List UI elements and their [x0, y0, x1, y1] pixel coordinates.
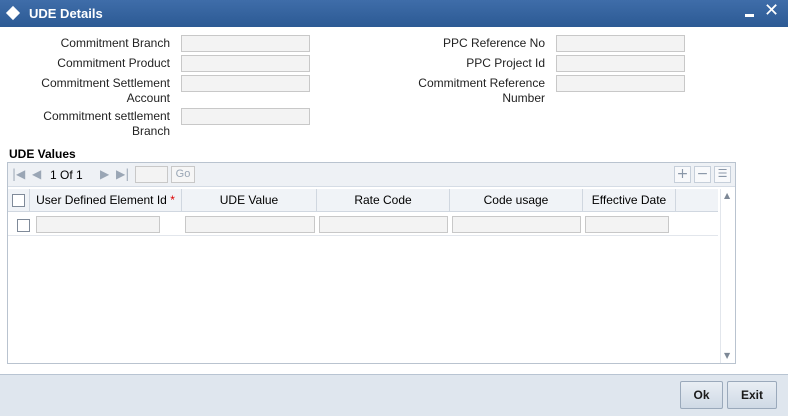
scroll-down-icon[interactable]: ▼ [724, 351, 730, 360]
row-select-checkbox[interactable] [17, 219, 30, 232]
footer-bar: Ok Exit [0, 374, 788, 416]
commitment-branch-label: Commitment Branch [60, 36, 170, 50]
commitment-reference-number-input[interactable] [556, 75, 685, 92]
grid-header: User Defined Element Id * UDE Value Rate… [8, 189, 718, 212]
commitment-product-label: Commitment Product [57, 56, 170, 70]
commitment-settlement-branch-label-line2: Branch [131, 124, 170, 138]
rate-code-input[interactable] [319, 216, 448, 233]
grid-toolbar: |◀ ◀ 1 Of 1 ▶ ▶| Go + − ☰ [8, 163, 735, 187]
ppc-reference-no-input[interactable] [556, 35, 685, 52]
total-pages: 1 [76, 168, 83, 182]
ppc-project-id-label: PPC Project Id [466, 56, 545, 70]
table-row [8, 213, 718, 236]
next-page-icon[interactable]: ▶ [100, 167, 109, 181]
column-header-user-defined-element-id[interactable]: User Defined Element Id * [30, 189, 182, 212]
effective-date-input[interactable] [585, 216, 669, 233]
minimize-icon[interactable] [745, 14, 754, 17]
commitment-settlement-account-label: Commitment Settlement Account [20, 76, 170, 106]
close-icon[interactable]: ✕ [764, 2, 779, 20]
commitment-product-input[interactable] [181, 55, 310, 72]
user-defined-element-id-input[interactable] [36, 216, 160, 233]
commitment-settlement-account-label-line2: Account [126, 91, 170, 105]
commitment-branch-input[interactable] [181, 35, 310, 52]
delete-row-icon[interactable]: − [694, 166, 711, 183]
column-label-user-defined-element-id: User Defined Element Id [36, 193, 167, 207]
ude-value-input[interactable] [185, 216, 315, 233]
commitment-reference-number-label-line1: Commitment Reference [418, 76, 545, 90]
ude-values-grid: |◀ ◀ 1 Of 1 ▶ ▶| Go + − ☰ User Defined E… [7, 162, 736, 364]
scroll-up-icon[interactable]: ▲ [724, 191, 730, 200]
of-label: Of [60, 168, 73, 182]
last-page-icon[interactable]: ▶| [116, 167, 129, 181]
title-bar: UDE Details ✕ [0, 0, 788, 27]
commitment-reference-number-label-line2: Number [502, 91, 545, 105]
commitment-reference-number-label: Commitment Reference Number [395, 76, 545, 106]
ppc-reference-no-label: PPC Reference No [442, 36, 545, 50]
first-page-icon[interactable]: |◀ [12, 167, 25, 181]
single-record-view-icon[interactable]: ☰ [714, 166, 731, 183]
ok-button[interactable]: Ok [680, 381, 723, 409]
commitment-settlement-branch-input[interactable] [181, 108, 310, 125]
prev-page-icon[interactable]: ◀ [32, 167, 41, 181]
required-marker: * [170, 193, 175, 207]
select-all-checkbox[interactable] [12, 194, 25, 207]
page-indicator: 1 Of 1 [50, 168, 83, 182]
vertical-scrollbar[interactable]: ▲ ▼ [720, 189, 735, 363]
commitment-settlement-account-input[interactable] [181, 75, 310, 92]
page-number-input[interactable] [135, 166, 168, 183]
ppc-project-id-input[interactable] [556, 55, 685, 72]
diamond-icon [5, 5, 21, 21]
column-header-rate-code[interactable]: Rate Code [317, 189, 450, 212]
add-row-icon[interactable]: + [674, 166, 691, 183]
column-header-effective-date[interactable]: Effective Date [583, 189, 676, 212]
exit-button[interactable]: Exit [727, 381, 777, 409]
code-usage-input[interactable] [452, 216, 581, 233]
select-all-cell [8, 189, 30, 212]
column-header-ude-value[interactable]: UDE Value [182, 189, 317, 212]
window-title: UDE Details [29, 6, 103, 21]
ude-values-title: UDE Values [9, 147, 76, 161]
go-button[interactable]: Go [171, 166, 195, 183]
commitment-settlement-branch-label: Commitment settlement Branch [20, 109, 170, 139]
commitment-settlement-account-label-line1: Commitment Settlement [41, 76, 170, 90]
column-header-code-usage[interactable]: Code usage [450, 189, 583, 212]
commitment-settlement-branch-label-line1: Commitment settlement [43, 109, 170, 123]
current-page: 1 [50, 168, 57, 182]
